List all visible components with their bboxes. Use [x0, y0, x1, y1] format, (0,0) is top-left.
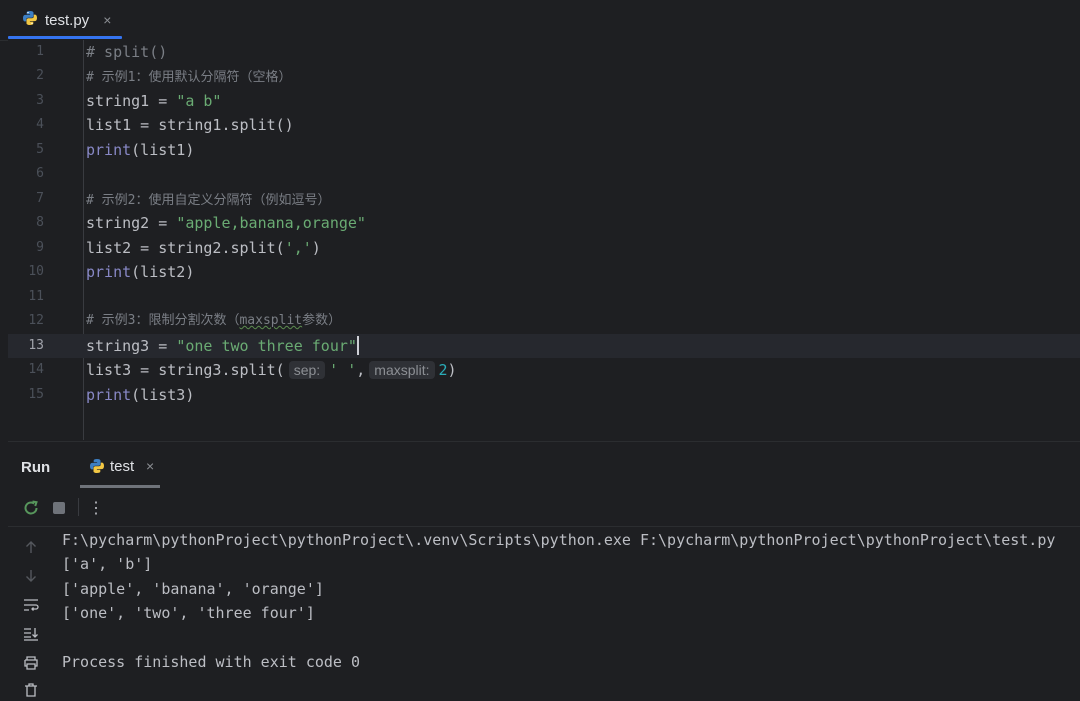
code-line: 1 # split() [8, 40, 1080, 64]
line-number: 3 [36, 93, 44, 108]
more-options-icon[interactable]: ⋮ [85, 497, 107, 519]
code-text: , [356, 361, 366, 379]
text-caret [356, 336, 359, 355]
comment: 参数） [302, 313, 342, 328]
run-tab-test[interactable]: test × [80, 442, 160, 488]
line-number: 10 [28, 264, 44, 279]
line-number: 6 [36, 166, 44, 181]
code-line: 7 # 示例2：使用自定义分隔符（例如逗号） [8, 187, 1080, 211]
editor-tab-bar: test.py × [0, 0, 1080, 41]
code-text: list2 = string2.split( [86, 239, 285, 257]
code-line: 2 # 示例1：使用默认分隔符（空格） [8, 64, 1080, 88]
comment: # 示例1：使用默认分隔符（空格） [86, 70, 292, 85]
line-number: 13 [28, 338, 44, 353]
code-line: 3 string1 = "a b" [8, 89, 1080, 113]
comment: # split() [86, 43, 168, 61]
run-panel-title: Run [21, 459, 51, 476]
line-number: 14 [28, 362, 44, 377]
code-line: 10 print(list2) [8, 260, 1080, 284]
code-text: string3 = [86, 337, 177, 355]
typo-highlight: maxsplit [239, 313, 303, 328]
code-text: (list2) [131, 263, 195, 281]
tab-test-py[interactable]: test.py × [8, 0, 122, 40]
string-literal: "one two three four" [176, 337, 357, 355]
code-line: 5 print(list1) [8, 138, 1080, 162]
string-literal: "a b" [176, 92, 222, 110]
builtin-function: print [86, 386, 132, 404]
code-line: 6 [8, 162, 1080, 186]
run-toolbar: ⋮ [8, 488, 1080, 527]
console-line: ['one', 'two', 'three four'] [62, 604, 315, 622]
console-output[interactable]: F:\pycharm\pythonProject\pythonProject\.… [62, 528, 1080, 690]
code-text: (list3) [131, 386, 195, 404]
line-number: 5 [36, 142, 44, 157]
code-text: list3 = string3.split( [86, 361, 285, 379]
code-line: 4 list1 = string1.split() [8, 113, 1080, 137]
code-editor[interactable]: 1 # split() 2 # 示例1：使用默认分隔符（空格） 3 string… [8, 40, 1080, 440]
close-icon[interactable]: × [103, 12, 111, 28]
code-line: 15 print(list3) [8, 383, 1080, 407]
line-number: 1 [36, 44, 44, 59]
string-literal: ',' [284, 239, 312, 257]
code-text: (list1) [131, 141, 195, 159]
python-icon [89, 458, 105, 479]
toolbar-divider [78, 498, 79, 516]
print-icon[interactable] [20, 652, 42, 674]
comment: # 示例3：限制分割次数（ [86, 313, 240, 328]
code-line: 12 # 示例3：限制分割次数（maxsplit参数） [8, 309, 1080, 333]
arrow-up-icon[interactable] [20, 536, 42, 558]
line-number: 11 [28, 289, 44, 304]
tab-label: test.py [45, 11, 90, 29]
code-text: list1 = string1.split() [86, 116, 294, 134]
close-icon[interactable]: × [146, 458, 154, 474]
soft-wrap-icon[interactable] [20, 594, 42, 616]
stop-icon[interactable] [48, 497, 70, 519]
code-line: 9 list2 = string2.split(',') [8, 236, 1080, 260]
builtin-function: print [86, 141, 132, 159]
run-panel-header: Run test × [8, 441, 1080, 488]
code-line: 11 [8, 285, 1080, 309]
trash-icon[interactable] [20, 679, 42, 701]
number-literal: 2 [438, 361, 448, 379]
builtin-function: print [86, 263, 132, 281]
code-text: string1 = [86, 92, 177, 110]
line-number: 2 [36, 68, 44, 83]
line-number: 9 [36, 240, 44, 255]
parameter-hint-maxsplit: maxsplit: [369, 361, 435, 379]
code-line: 14 list3 = string3.split(sep: ' ', maxspli… [8, 358, 1080, 382]
parameter-hint-sep: sep: [288, 361, 326, 379]
console-line: ['a', 'b'] [62, 555, 153, 573]
string-literal: "apple,banana,orange" [176, 214, 366, 232]
code-line: 8 string2 = "apple,banana,orange" [8, 211, 1080, 235]
line-number: 4 [36, 117, 44, 132]
line-number: 8 [36, 215, 44, 230]
comment: # 示例2：使用自定义分隔符（例如逗号） [86, 193, 331, 208]
scroll-to-end-icon[interactable] [20, 623, 42, 645]
python-icon [22, 10, 38, 31]
code-text: string2 = [86, 214, 177, 232]
console-side-toolbar [8, 527, 52, 697]
string-literal: ' ' [329, 361, 357, 379]
arrow-down-icon[interactable] [20, 565, 42, 587]
code-text: ) [447, 361, 457, 379]
rerun-icon[interactable] [20, 497, 42, 519]
active-tab-indicator [8, 36, 122, 39]
console-line: F:\pycharm\pythonProject\pythonProject\.… [62, 531, 1056, 549]
current-line: 13 string3 = "one two three four" [8, 334, 1080, 358]
code-text: ) [311, 239, 321, 257]
console-line: ['apple', 'banana', 'orange'] [62, 580, 324, 598]
line-number: 7 [36, 191, 44, 206]
console-line: Process finished with exit code 0 [62, 653, 361, 671]
line-number: 12 [28, 313, 44, 328]
line-number: 15 [28, 387, 44, 402]
run-tab-label: test [110, 458, 135, 475]
